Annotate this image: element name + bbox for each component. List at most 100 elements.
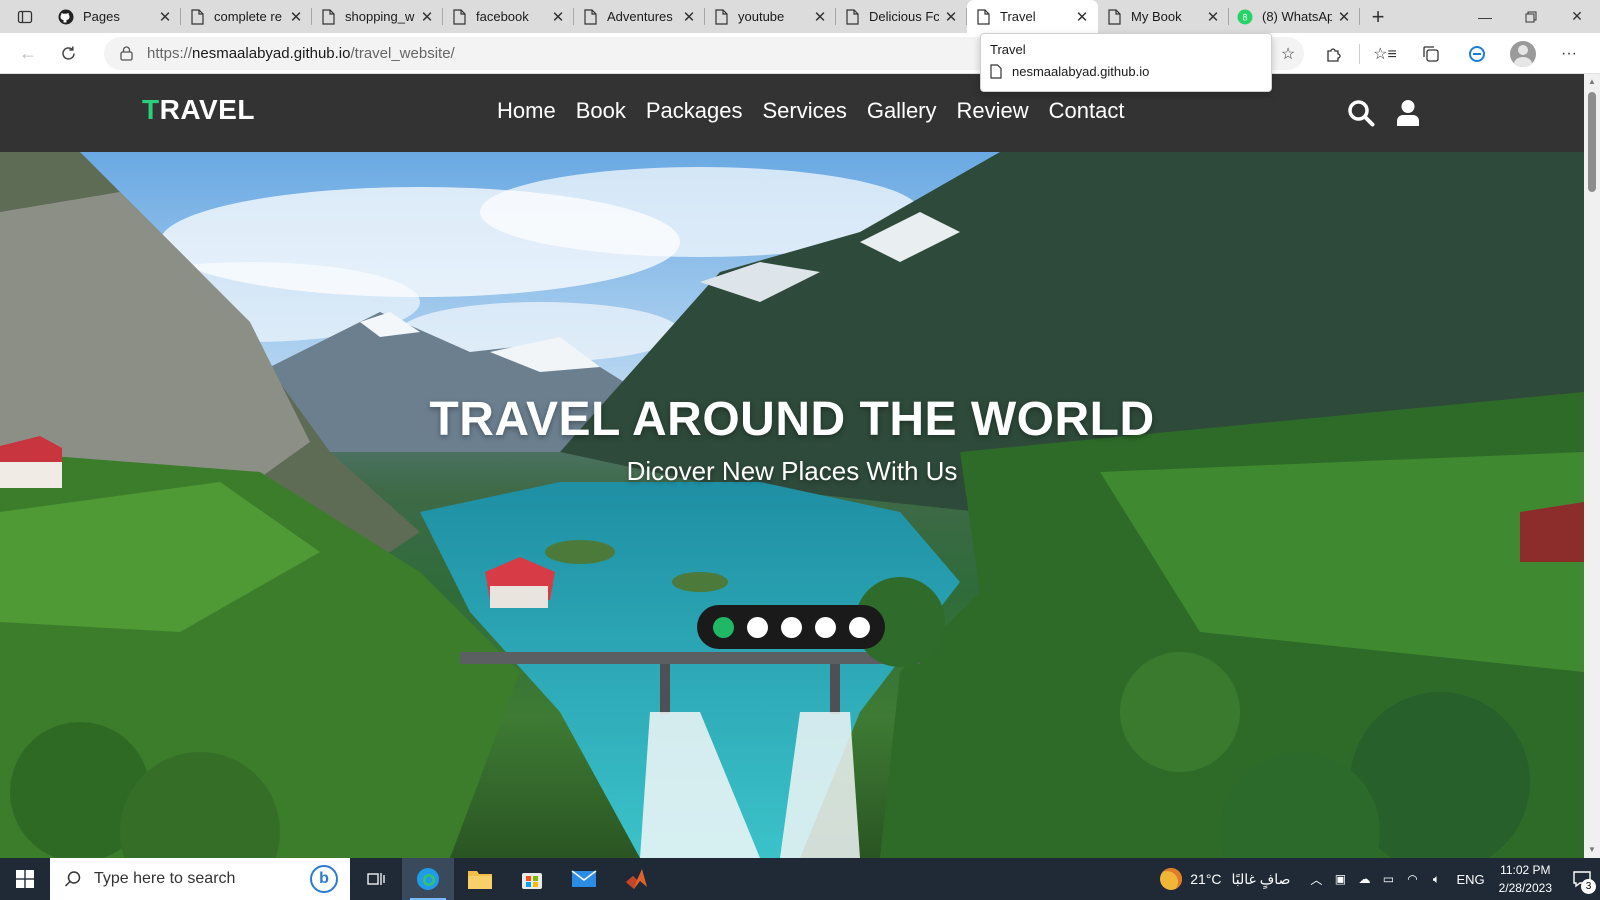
toolbar-right-tools: ☆ ☆≡ ···: [1265, 33, 1592, 74]
site-logo[interactable]: TRAVEL: [142, 94, 255, 126]
search-icon: [64, 871, 81, 887]
user-account-button[interactable]: [1391, 96, 1425, 130]
nav-link-home[interactable]: Home: [497, 96, 556, 126]
logo-accent-letter: T: [142, 94, 160, 125]
close-tab-icon[interactable]: ✕: [288, 8, 304, 26]
show-hidden-icons-button[interactable]: ︿: [1304, 858, 1328, 900]
slider-dot[interactable]: [780, 616, 802, 638]
scroll-down-arrow-icon[interactable]: ▼: [1584, 842, 1600, 858]
device-icon: ▣: [1334, 872, 1347, 886]
minimize-icon: —: [1478, 8, 1492, 25]
tab-actions-button[interactable]: [0, 0, 50, 33]
close-tab-icon[interactable]: ✕: [943, 8, 959, 26]
close-tab-icon[interactable]: ✕: [812, 8, 828, 26]
page-icon: [189, 8, 205, 25]
url-path: /travel_website/: [350, 45, 455, 62]
system-tray: 21°C صافٍ غالبًا ︿ ▣ ☁ ▭ ◠ 🔈︎ ENG 11:02 …: [1160, 858, 1600, 900]
header-icons: [1344, 96, 1438, 130]
bing-icon[interactable]: b: [310, 865, 338, 893]
onedrive-button[interactable]: ☁: [1352, 858, 1376, 900]
task-view-icon: [367, 873, 385, 885]
tab-hover-tooltip: Travel nesmaalabyad.github.io: [980, 33, 1272, 92]
restore-button[interactable]: [1508, 0, 1554, 33]
browser-tab[interactable]: Pages ✕: [50, 0, 181, 33]
nav-link-services[interactable]: Services: [762, 96, 846, 126]
scrollbar-thumb[interactable]: [1588, 92, 1596, 192]
taskbar-matlab[interactable]: [610, 858, 662, 900]
tab-title: My Book: [1131, 9, 1182, 24]
restore-icon: [1525, 11, 1537, 22]
browser-tab[interactable]: shopping_w ✕: [312, 0, 443, 33]
speaker-icon: 🔈︎: [1432, 871, 1441, 886]
search-button[interactable]: [1344, 96, 1378, 130]
tab-title: Adventures: [607, 9, 673, 24]
close-tab-icon[interactable]: ✕: [1336, 8, 1352, 26]
close-tab-icon[interactable]: ✕: [1205, 8, 1221, 26]
start-button[interactable]: [0, 858, 50, 900]
notification-center-button[interactable]: 3: [1564, 858, 1600, 900]
page-scrollbar[interactable]: ▲ ▼: [1584, 74, 1600, 858]
scroll-up-arrow-icon[interactable]: ▲: [1584, 74, 1600, 90]
taskbar-microsoft-store[interactable]: [506, 858, 558, 900]
nav-link-book[interactable]: Book: [576, 96, 626, 126]
close-tab-icon[interactable]: ✕: [1074, 8, 1090, 26]
matlab-icon: [626, 869, 647, 889]
collections-button[interactable]: [1408, 33, 1454, 74]
slider-dot[interactable]: [712, 616, 734, 638]
travel-website: TRAVEL Home Book Packages Services Gallery Re…: [0, 74, 1584, 858]
new-tab-button[interactable]: +: [1360, 0, 1396, 33]
tooltip-title: Travel: [990, 42, 1026, 57]
page-icon: [451, 8, 467, 25]
network-button[interactable]: ◠: [1400, 858, 1424, 900]
refresh-button[interactable]: [48, 33, 88, 74]
page-icon: [713, 8, 729, 25]
browser-tab[interactable]: Delicious Fc ✕: [836, 0, 967, 33]
taskbar-edge[interactable]: [402, 858, 454, 900]
favorites-button[interactable]: ☆≡: [1362, 33, 1408, 74]
slider-dot[interactable]: [746, 616, 768, 638]
lock-icon: [120, 46, 133, 61]
browser-toolbar: ← https://nesmaalabyad.github.io/travel_…: [0, 33, 1600, 74]
edge-sidebar-button[interactable]: [1454, 33, 1500, 74]
browser-tab[interactable]: Travel ✕: [967, 0, 1098, 33]
slider-pagination: [697, 605, 885, 649]
close-tab-icon[interactable]: ✕: [157, 8, 173, 26]
taskbar-mail[interactable]: [558, 858, 610, 900]
slider-dot[interactable]: [848, 616, 870, 638]
nav-link-packages[interactable]: Packages: [646, 96, 743, 126]
taskbar-search[interactable]: Type here to search b: [50, 858, 350, 900]
profile-button[interactable]: [1500, 33, 1546, 74]
extensions-button[interactable]: [1311, 33, 1357, 74]
weather-icon: [1160, 868, 1183, 890]
close-window-button[interactable]: ✕: [1554, 0, 1600, 33]
task-view-button[interactable]: [350, 858, 402, 900]
battery-button[interactable]: ▭: [1376, 858, 1400, 900]
nav-link-contact[interactable]: Contact: [1049, 96, 1125, 126]
close-tab-icon[interactable]: ✕: [550, 8, 566, 26]
browser-tab[interactable]: complete re ✕: [181, 0, 312, 33]
nav-link-gallery[interactable]: Gallery: [867, 96, 937, 126]
browser-tab[interactable]: Adventures ✕: [574, 0, 705, 33]
nav-link-review[interactable]: Review: [957, 96, 1029, 126]
settings-more-button[interactable]: ···: [1546, 33, 1592, 74]
close-tab-icon[interactable]: ✕: [419, 8, 435, 26]
meet-now-button[interactable]: ▣: [1328, 858, 1352, 900]
clock[interactable]: 11:02 PM 2/28/2023: [1499, 861, 1552, 897]
browser-tab[interactable]: youtube ✕: [705, 0, 836, 33]
taskbar-file-explorer[interactable]: [454, 858, 506, 900]
browser-tab[interactable]: 8 (8) WhatsAp ✕: [1229, 0, 1360, 33]
minimize-button[interactable]: —: [1462, 0, 1508, 33]
slider-dot[interactable]: [814, 616, 836, 638]
page-icon: [1106, 8, 1122, 25]
browser-tab[interactable]: My Book ✕: [1098, 0, 1229, 33]
back-button[interactable]: ←: [8, 33, 48, 74]
weather-widget[interactable]: 21°C صافٍ غالبًا: [1160, 868, 1290, 890]
tab-title: Travel: [1000, 9, 1036, 24]
page-icon: [320, 8, 336, 25]
browser-tab[interactable]: facebook ✕: [443, 0, 574, 33]
back-arrow-icon: ←: [19, 42, 37, 63]
input-language[interactable]: ENG: [1456, 872, 1484, 887]
site-header: TRAVEL Home Book Packages Services Gallery Re…: [0, 74, 1584, 152]
close-tab-icon[interactable]: ✕: [681, 8, 697, 26]
volume-button[interactable]: 🔈︎: [1424, 858, 1448, 900]
